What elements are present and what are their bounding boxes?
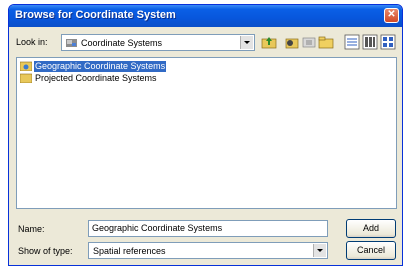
list-view-icon (344, 34, 360, 50)
chevron-down-icon[interactable] (313, 244, 326, 257)
add-button-toolbar[interactable] (301, 34, 317, 50)
name-field[interactable]: Geographic Coordinate Systems (88, 220, 328, 237)
thumbnails-view-button[interactable] (380, 34, 396, 50)
up-folder-button[interactable] (261, 34, 277, 50)
details-view-icon (362, 34, 378, 50)
up-folder-icon (261, 37, 277, 49)
list-item-label: Projected Coordinate Systems (35, 73, 157, 83)
folder-icon (20, 61, 32, 71)
connect-folder-icon (285, 38, 299, 49)
cancel-button[interactable]: Cancel (346, 241, 396, 260)
add-button[interactable]: Add (346, 219, 396, 238)
connect-folder-button[interactable] (284, 34, 300, 50)
show-of-type-value: Spatial references (93, 246, 166, 256)
show-of-type-dropdown[interactable]: Spatial references (88, 242, 328, 259)
show-of-type-label: Show of type: (18, 246, 73, 256)
close-button[interactable]: ✕ (384, 8, 399, 23)
list-item-label: Geographic Coordinate Systems (34, 61, 167, 72)
chevron-down-icon[interactable] (240, 36, 253, 49)
folder-icon (20, 73, 32, 83)
file-list[interactable]: Geographic Coordinate Systems Projected … (16, 57, 397, 209)
look-in-dropdown[interactable]: Coordinate Systems (61, 34, 255, 51)
new-folder-button[interactable] (318, 34, 334, 50)
catalog-folder-icon (66, 39, 77, 47)
new-folder-icon (318, 36, 334, 49)
thumbnails-view-icon (380, 34, 396, 50)
name-label: Name: (18, 224, 45, 234)
list-view-button[interactable] (344, 34, 360, 50)
look-in-value: Coordinate Systems (81, 38, 163, 48)
window-title: Browse for Coordinate System (15, 9, 176, 21)
title-bar: Browse for Coordinate System ✕ (9, 5, 402, 27)
details-view-button[interactable] (362, 34, 378, 50)
look-in-label: Look in: (16, 37, 48, 47)
add-icon (302, 37, 316, 48)
browse-dialog: Browse for Coordinate System ✕ Look in: … (8, 4, 403, 266)
